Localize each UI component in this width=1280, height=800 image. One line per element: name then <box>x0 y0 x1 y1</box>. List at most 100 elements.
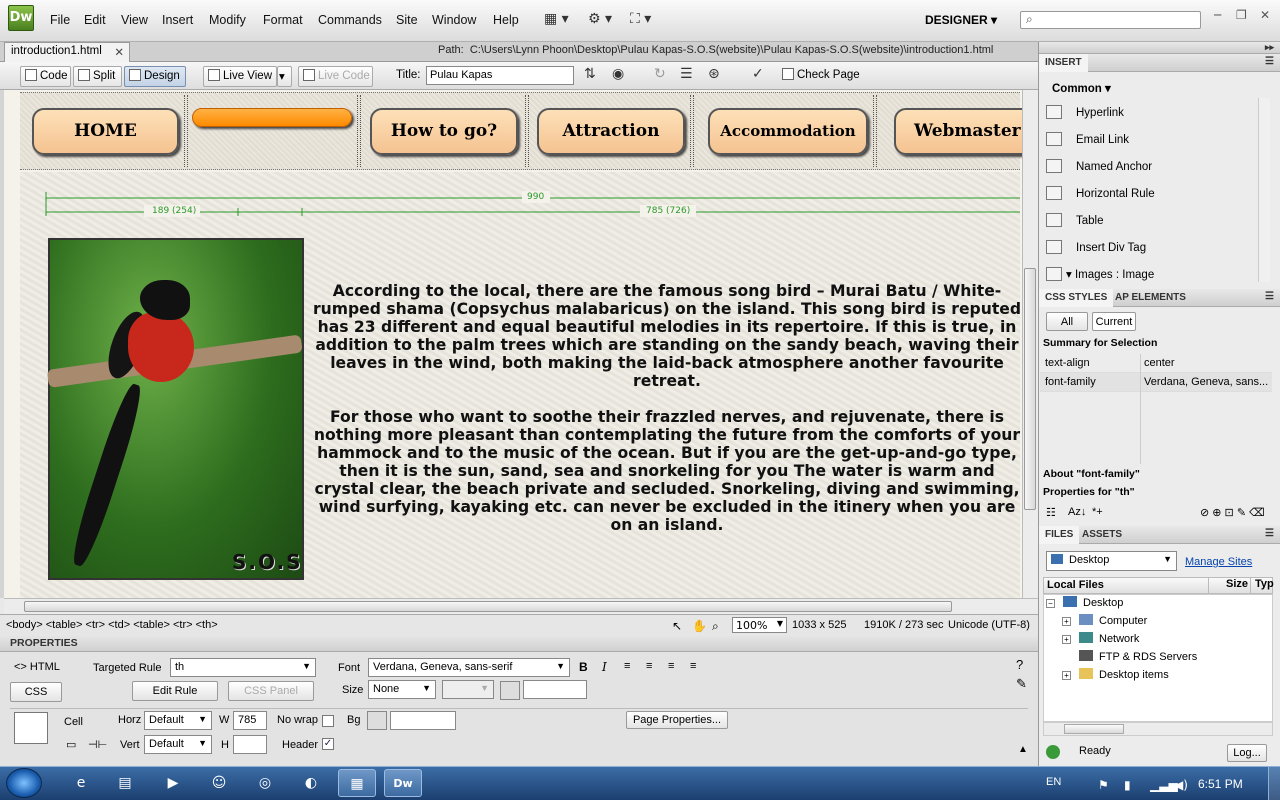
collapse-icon[interactable]: ▲ <box>1018 744 1028 755</box>
menu-commands[interactable]: Commands <box>318 13 382 27</box>
tab-ap-elements[interactable]: AP ELEMENTS <box>1109 289 1192 307</box>
width-input[interactable]: 785 <box>233 711 267 730</box>
css-property-row[interactable]: font-family Verdana, Geneva, sans... <box>1040 373 1272 392</box>
text-color-input[interactable] <box>523 680 587 699</box>
files-scroll-thumb[interactable] <box>1064 724 1124 734</box>
movie-maker-icon[interactable]: ▦ <box>338 769 376 797</box>
horizontal-scroll-thumb[interactable] <box>24 601 952 612</box>
zoom-select[interactable]: 100% ▼ <box>732 617 787 633</box>
media-center-icon[interactable]: ◐ <box>292 769 330 797</box>
files-hscrollbar[interactable] <box>1043 722 1273 736</box>
browser-compat-icon[interactable]: ⊛ <box>708 66 720 86</box>
insert-category-select[interactable]: Common ▾ <box>1052 81 1111 95</box>
help-search-input[interactable]: ⌕ <box>1020 11 1201 29</box>
ie-icon[interactable]: e <box>62 769 100 797</box>
tab-insert[interactable]: INSERT <box>1039 54 1088 72</box>
expand-icon[interactable]: + <box>1062 617 1071 626</box>
menu-file[interactable]: File <box>50 13 70 27</box>
panel-collapse-bar[interactable]: ▸▸ <box>1039 42 1280 54</box>
help-icon[interactable]: ? <box>1016 657 1023 672</box>
nav-home[interactable]: HOME <box>32 108 179 155</box>
align-right-icon[interactable]: ≡ <box>668 660 674 672</box>
tab-css-styles[interactable]: CSS STYLES <box>1039 289 1114 307</box>
tag-selector[interactable]: <body> <table> <tr> <td> <table> <tr> <t… <box>6 619 218 631</box>
chrome-icon[interactable]: ◎ <box>246 769 284 797</box>
site-select[interactable]: Desktop ▼ <box>1046 551 1177 571</box>
insert-table[interactable]: Table <box>1046 213 1104 227</box>
split-cell-icon[interactable]: ⊣⊢ <box>88 738 107 751</box>
panel-menu-icon[interactable]: ☰ <box>1265 528 1274 539</box>
document-tab[interactable]: introduction1.html ✕ <box>4 42 130 62</box>
layout-icon[interactable]: ▦ ▾ <box>544 11 569 31</box>
explorer-icon[interactable]: ▤ <box>106 769 144 797</box>
start-button[interactable] <box>6 768 42 798</box>
column-local-files[interactable]: Local Files <box>1047 579 1104 591</box>
hand-tool-icon[interactable]: ✋ <box>692 619 707 633</box>
insert-hyperlink[interactable]: Hyperlink <box>1046 105 1124 119</box>
window-size[interactable]: 1033 x 525 <box>792 619 846 631</box>
collapse-icon[interactable]: − <box>1046 599 1055 608</box>
insert-div-tag[interactable]: Insert Div Tag <box>1046 240 1146 254</box>
bold-button[interactable]: B <box>579 660 588 674</box>
html-mode-button[interactable]: <> HTML <box>14 661 60 673</box>
code-view-button[interactable]: Code <box>20 66 71 87</box>
align-justify-icon[interactable]: ≡ <box>690 660 696 672</box>
nav-attraction[interactable]: Attraction <box>537 108 685 155</box>
file-management-icon[interactable]: ⇅ <box>584 66 596 86</box>
log-button[interactable]: Log... <box>1227 744 1267 762</box>
column-type[interactable]: Typ <box>1250 577 1274 594</box>
messenger-icon[interactable]: ☺ <box>200 769 238 797</box>
text-color-picker[interactable] <box>500 681 520 700</box>
design-view-button[interactable]: Design <box>124 66 186 87</box>
tree-item-desktop-items[interactable]: + Desktop items <box>1062 668 1169 681</box>
insert-email-link[interactable]: Email Link <box>1046 132 1129 146</box>
targeted-rule-select[interactable]: th ▼ <box>170 658 316 677</box>
visual-aids-icon[interactable]: ☰ <box>680 66 693 86</box>
validate-icon[interactable]: ✓ <box>752 66 764 86</box>
bg-color-input[interactable] <box>390 711 456 730</box>
live-view-dropdown[interactable]: ▾ <box>277 66 292 87</box>
css-mode-button[interactable]: CSS <box>10 682 62 702</box>
edit-rule-button[interactable]: Edit Rule <box>132 681 218 701</box>
check-page-button[interactable]: Check Page <box>778 66 864 87</box>
panel-menu-icon[interactable]: ☰ <box>1265 291 1274 302</box>
menu-help[interactable]: Help <box>493 13 519 27</box>
show-desktop-button[interactable] <box>1268 767 1280 800</box>
tab-files[interactable]: FILES <box>1039 526 1080 544</box>
font-select[interactable]: Verdana, Geneva, sans-serif ▼ <box>368 658 570 677</box>
css-property-row[interactable]: text-align center <box>1040 354 1272 373</box>
nav-how-to-go[interactable]: How to go? <box>370 108 518 155</box>
menu-edit[interactable]: Edit <box>84 13 106 27</box>
attach-style-icon[interactable]: ⊘ ⊕ ⊡ ✎ ⌫ <box>1200 506 1265 519</box>
zoom-tool-icon[interactable]: ⌕ <box>712 619 719 634</box>
vertical-scroll-thumb[interactable] <box>1024 268 1036 510</box>
close-icon[interactable]: ✕ <box>1260 8 1270 22</box>
header-checkbox[interactable]: ✓ <box>322 738 334 750</box>
quick-tag-icon[interactable]: ✎ <box>1016 676 1027 692</box>
insert-named-anchor[interactable]: Named Anchor <box>1046 159 1152 173</box>
content-text[interactable]: According to the local, there are the fa… <box>312 282 1022 552</box>
alpha-sort-icon[interactable]: Az↓ <box>1068 506 1086 518</box>
live-view-button[interactable]: Live View <box>203 66 277 87</box>
nav-webmaster[interactable]: Webmaster <box>894 108 1034 155</box>
preview-browser-icon[interactable]: ◉ <box>612 66 624 86</box>
insert-horizontal-rule[interactable]: Horizontal Rule <box>1046 186 1155 200</box>
minimize-icon[interactable]: ─ <box>1214 8 1221 22</box>
battery-icon[interactable]: ▮ <box>1124 778 1131 792</box>
restore-icon[interactable]: ❐ <box>1236 8 1247 22</box>
refresh-icon[interactable]: ↻ <box>654 66 666 86</box>
tree-item-desktop[interactable]: − Desktop <box>1046 596 1123 609</box>
tab-assets[interactable]: ASSETS <box>1076 526 1128 544</box>
expand-icon[interactable]: + <box>1062 671 1071 680</box>
menu-view[interactable]: View <box>121 13 148 27</box>
split-view-button[interactable]: Split <box>73 66 122 87</box>
italic-button[interactable]: I <box>602 660 607 674</box>
set-properties-icon[interactable]: *+ <box>1092 506 1103 518</box>
site-icon[interactable]: ⛶ ▾ <box>630 11 651 31</box>
insert-image[interactable]: ▾ Images : Image <box>1046 267 1154 281</box>
size-select[interactable]: None ▼ <box>368 680 436 699</box>
close-tab-icon[interactable]: ✕ <box>114 45 124 59</box>
css-current-button[interactable]: Current <box>1092 312 1136 331</box>
collapse-icon[interactable]: ▸▸ <box>1265 42 1274 53</box>
align-center-icon[interactable]: ≡ <box>646 660 652 672</box>
